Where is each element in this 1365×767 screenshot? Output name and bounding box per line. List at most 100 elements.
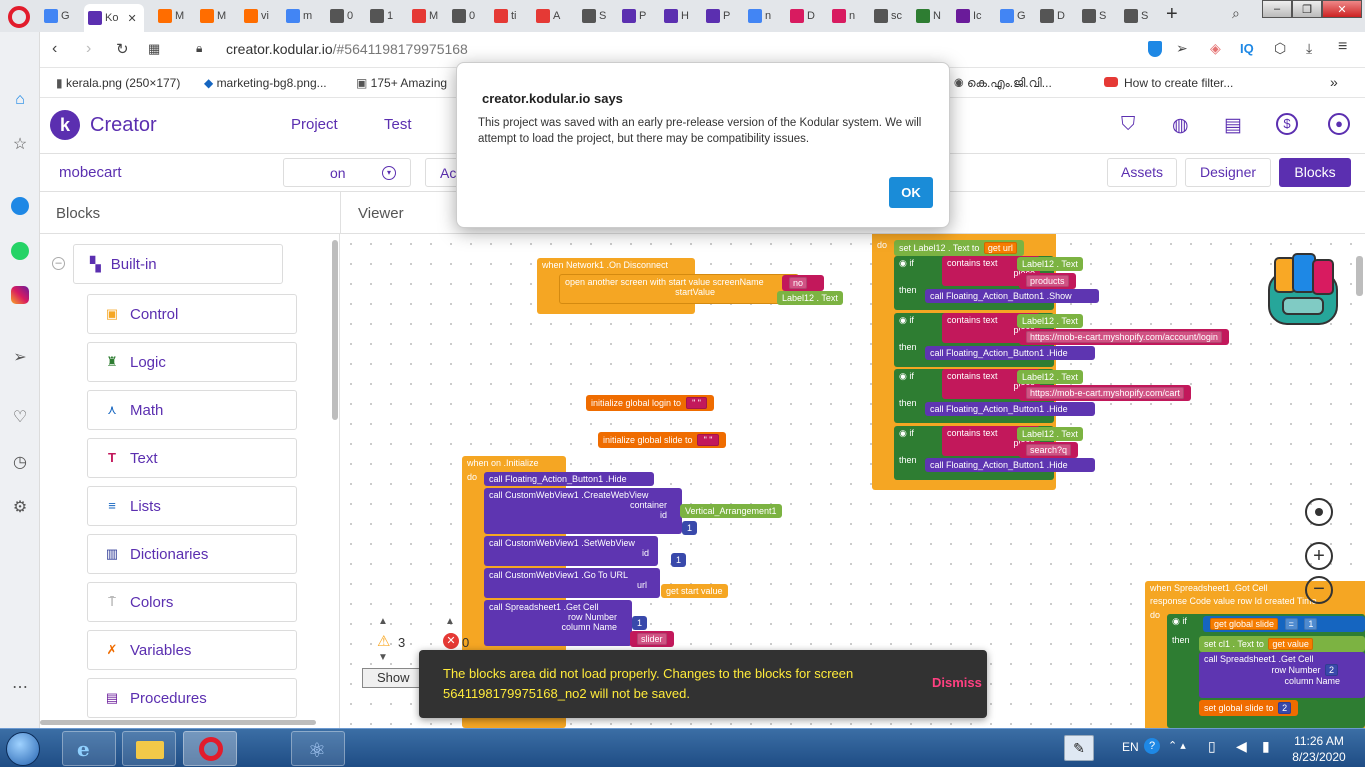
clock[interactable]: 11:26 AM 8/23/2020 xyxy=(1284,733,1354,765)
number-1[interactable]: 1 xyxy=(632,616,648,630)
palette-item-logic[interactable]: ♜ Logic xyxy=(87,342,297,382)
browser-tab[interactable]: M xyxy=(408,4,448,28)
palette-icon[interactable]: ◍ xyxy=(1172,114,1189,137)
account-icon[interactable]: ● xyxy=(1328,113,1350,135)
palette-item-colors[interactable]: ⍑ Colors xyxy=(87,582,297,622)
assets-button[interactable]: Assets xyxy=(1107,158,1177,187)
maximize-window-button[interactable]: ❐ xyxy=(1292,0,1322,18)
browser-tab[interactable]: H xyxy=(660,4,700,28)
set-label12-text[interactable]: set Label12 . Text to get url xyxy=(894,240,1024,256)
minimize-window-button[interactable]: – xyxy=(1262,0,1292,18)
palette-item-control[interactable]: ▣ Control xyxy=(87,294,297,334)
help-icon[interactable]: ? xyxy=(1144,738,1160,754)
backpack-icon[interactable] xyxy=(1261,250,1345,330)
label12-text-getter[interactable]: Label12 . Text xyxy=(777,291,843,305)
volume-icon[interactable]: ◀ xyxy=(1236,738,1247,755)
open-screen-block[interactable]: open another screen with start value scr… xyxy=(559,274,799,304)
label12-text-getter[interactable]: Label12 . Text xyxy=(1017,314,1083,328)
warnings-up-icon[interactable]: ▲ xyxy=(378,616,388,627)
share-icon[interactable]: ➢ xyxy=(1176,40,1188,57)
compare-block[interactable]: get global slide = 1 xyxy=(1203,616,1365,632)
download-icon[interactable]: ⤓ xyxy=(1306,40,1312,57)
back-icon[interactable]: ‹ xyxy=(52,40,57,58)
network-icon[interactable]: ▯ xyxy=(1208,738,1216,755)
language-indicator[interactable]: EN xyxy=(1122,740,1139,754)
browser-tab[interactable]: M xyxy=(154,4,194,28)
whatsapp-icon[interactable] xyxy=(10,241,30,261)
init-global-login[interactable]: initialize global login to " " xyxy=(586,395,715,411)
settings-icon[interactable]: ⚙ xyxy=(10,497,30,517)
browser-tab[interactable]: M xyxy=(196,4,236,28)
recenter-icon[interactable] xyxy=(1305,498,1333,526)
fab-hide-call[interactable]: call Floating_Action_Button1 .Hide xyxy=(925,402,1095,416)
browser-tab[interactable]: D xyxy=(786,4,826,28)
label12-text-getter[interactable]: Label12 . Text xyxy=(1017,370,1083,384)
set-global-slide[interactable]: set global slide to 2 xyxy=(1199,700,1299,716)
browser-tab[interactable]: n xyxy=(828,4,868,28)
number-1[interactable]: 1 xyxy=(682,521,698,535)
palette-item-text[interactable]: T Text xyxy=(87,438,297,478)
palette-item-lists[interactable]: ≡ Lists xyxy=(87,486,297,526)
bookmark-item[interactable]: ◆ marketing-bg8.png... xyxy=(204,76,327,90)
piece-search-text[interactable]: search?q xyxy=(1019,442,1079,458)
home-icon[interactable]: ⌂ xyxy=(10,90,30,110)
palette-scrollbar[interactable] xyxy=(332,240,338,420)
browser-tab[interactable]: P xyxy=(702,4,742,28)
new-tab-icon[interactable]: + xyxy=(1166,3,1178,26)
browser-tab[interactable]: Ko ✕ xyxy=(84,4,144,32)
bookmark-item[interactable]: How to create filter... xyxy=(1104,76,1233,90)
number-1[interactable]: 1 xyxy=(671,553,687,567)
palette-hscrollbar[interactable] xyxy=(40,720,316,725)
menu-test[interactable]: Test xyxy=(384,116,412,133)
instagram-icon[interactable] xyxy=(10,285,30,305)
browser-tab[interactable]: G xyxy=(996,4,1036,28)
browser-tab[interactable]: N xyxy=(912,4,952,28)
start-button[interactable] xyxy=(6,732,40,766)
taskbar-explorer-icon[interactable] xyxy=(122,731,176,766)
browser-tab[interactable]: m xyxy=(282,4,322,28)
reload-icon[interactable]: ↻ xyxy=(116,40,129,58)
warnings-down-icon[interactable]: ▼ xyxy=(378,652,388,663)
browser-tab[interactable]: P xyxy=(618,4,658,28)
no-text-block[interactable]: no xyxy=(782,275,824,291)
dialog-ok-button[interactable]: OK xyxy=(889,177,933,208)
spreadsheet-get-cell-call[interactable]: call Spreadsheet1 .Get Cell row Number c… xyxy=(484,600,632,646)
set-webview-call[interactable]: call CustomWebView1 .SetWebView id xyxy=(484,536,658,566)
get-start-value[interactable]: get start value xyxy=(661,584,728,598)
browser-tab[interactable]: ti xyxy=(490,4,530,28)
vertical-arrangement-getter[interactable]: Vertical_Arrangement1 xyxy=(680,504,782,518)
menu-icon[interactable]: ≡ xyxy=(1338,38,1347,56)
palette-item-procedures[interactable]: ▤ Procedures xyxy=(87,678,297,718)
palette-item-math[interactable]: ⋏ Math xyxy=(87,390,297,430)
close-window-button[interactable]: ✕ xyxy=(1322,0,1362,18)
label12-text-getter[interactable]: Label12 . Text xyxy=(1017,427,1083,441)
star-icon[interactable]: ☆ xyxy=(10,134,30,154)
brand-title[interactable]: Creator xyxy=(90,114,157,137)
taskbar-app-icon[interactable]: ⚛ xyxy=(291,731,345,766)
bookmark-item[interactable]: ◉ കെ.എം.ജി.വി... xyxy=(954,76,1052,91)
zoom-out-icon[interactable]: − xyxy=(1305,576,1333,604)
slider-text[interactable]: slider xyxy=(630,631,674,647)
zoom-in-icon[interactable]: + xyxy=(1305,542,1333,570)
pen-input-icon[interactable]: ✎ xyxy=(1064,735,1094,761)
create-webview-call[interactable]: call CustomWebView1 .CreateWebView conta… xyxy=(484,488,682,534)
browser-tab[interactable]: sc xyxy=(870,4,910,28)
label12-text-getter[interactable]: Label12 . Text xyxy=(1017,257,1083,271)
taskbar-opera-icon[interactable] xyxy=(183,731,237,766)
history-icon[interactable]: ◷ xyxy=(10,452,30,472)
browser-tab[interactable]: vi xyxy=(240,4,280,28)
taskbar-ie-icon[interactable]: e xyxy=(62,731,116,766)
spreadsheet-get-cell-call[interactable]: call Spreadsheet1 .Get Cell row Number 2… xyxy=(1199,652,1365,698)
set-cl1-text[interactable]: set cl1 . Text to get value xyxy=(1199,636,1365,652)
docs-icon[interactable]: ▤ xyxy=(1224,114,1242,137)
builtin-category[interactable]: ▚ Built-in xyxy=(73,244,283,284)
bookmark-item[interactable]: ▮ kerala.png (250×177) xyxy=(56,76,180,90)
messenger-icon[interactable] xyxy=(10,196,30,216)
more-bookmarks-icon[interactable]: » xyxy=(1330,74,1338,90)
workspace-scrollbar[interactable] xyxy=(1356,256,1363,296)
browser-tab[interactable]: 0 xyxy=(326,4,366,28)
forward-icon[interactable]: › xyxy=(86,40,91,58)
close-tab-icon[interactable]: ✕ xyxy=(127,12,136,25)
browser-tab[interactable]: D xyxy=(1036,4,1076,28)
fab-hide-call[interactable]: call Floating_Action_Button1 .Hide xyxy=(484,472,654,486)
